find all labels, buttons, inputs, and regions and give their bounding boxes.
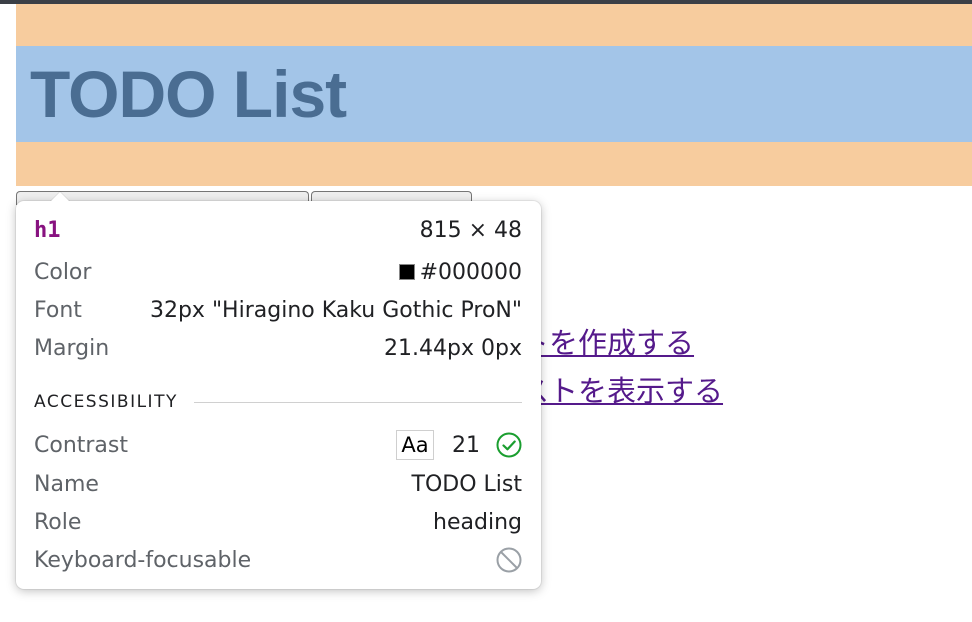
margin-value: 21.44px 0px bbox=[384, 335, 522, 361]
font-value: 32px "Hiragino Kaku Gothic ProN" bbox=[149, 297, 522, 323]
contrast-value: 21 bbox=[452, 432, 480, 458]
inspector-tooltip: h1 815 × 48 Color #000000 Font 32px "Hir… bbox=[16, 192, 541, 589]
create-list-link[interactable]: トを作成する bbox=[520, 320, 694, 362]
color-value: #000000 bbox=[419, 259, 522, 285]
element-tag: h1 bbox=[34, 217, 61, 243]
margin-label: Margin bbox=[34, 335, 110, 361]
not-allowed-icon bbox=[496, 547, 522, 573]
name-label: Name bbox=[34, 471, 99, 497]
keyboard-focusable-label: Keyboard-focusable bbox=[34, 547, 252, 573]
font-label: Font bbox=[34, 297, 82, 323]
keyboard-focusable-row: Keyboard-focusable bbox=[34, 546, 522, 574]
tooltip-header-row: h1 815 × 48 bbox=[34, 216, 522, 244]
role-row: Role heading bbox=[34, 508, 522, 536]
accessibility-header-label: ACCESSIBILITY bbox=[34, 392, 178, 412]
color-row: Color #000000 bbox=[34, 258, 522, 286]
contrast-row: Contrast Aa 21 bbox=[34, 430, 522, 460]
role-label: Role bbox=[34, 509, 82, 535]
font-row: Font 32px "Hiragino Kaku Gothic ProN" bbox=[34, 296, 522, 324]
margin-row: Margin 21.44px 0px bbox=[34, 334, 522, 362]
tooltip-arrow bbox=[50, 192, 70, 202]
contrast-label: Contrast bbox=[34, 432, 129, 458]
page-title: TODO List bbox=[30, 57, 347, 131]
content-highlight-overlay: TODO List bbox=[16, 46, 972, 142]
role-value: heading bbox=[433, 509, 522, 535]
name-row: Name TODO List bbox=[34, 470, 522, 498]
show-list-link[interactable]: ストを表示する bbox=[520, 368, 723, 410]
contrast-sample: Aa bbox=[396, 430, 434, 460]
color-label: Color bbox=[34, 259, 92, 285]
color-swatch bbox=[398, 264, 415, 280]
name-value: TODO List bbox=[411, 471, 522, 497]
section-divider bbox=[193, 401, 522, 403]
accessibility-section-header: ACCESSIBILITY bbox=[34, 390, 522, 414]
element-dimensions: 815 × 48 bbox=[419, 217, 522, 243]
check-circle-icon bbox=[496, 432, 522, 458]
